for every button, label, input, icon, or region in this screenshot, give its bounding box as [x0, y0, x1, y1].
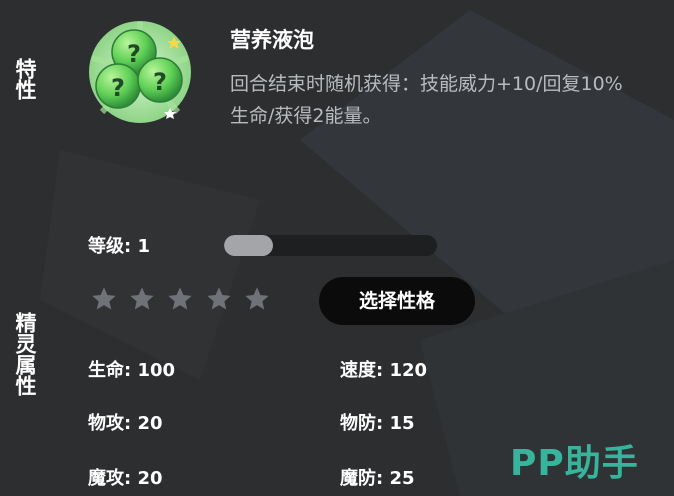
level-label: 等级 [88, 236, 124, 257]
stat-defense: 物防: 15 [340, 413, 415, 434]
stat-attack: 物攻: 20 [88, 413, 163, 434]
stat-defense-label: 物防 [340, 413, 376, 434]
stat-attack-value: 20 [137, 413, 163, 434]
star-icon[interactable] [205, 285, 233, 313]
svg-text:?: ? [111, 74, 125, 102]
level-progress-fill [224, 235, 273, 256]
svg-text:?: ? [153, 68, 167, 96]
stat-hp: 生命: 100 [88, 360, 176, 381]
stat-magic-defense-label: 魔防 [340, 468, 376, 489]
pp-assistant-watermark: PP助手 [510, 443, 639, 484]
stat-magic-attack-label: 魔攻 [88, 468, 124, 489]
stat-hp-value: 100 [137, 360, 176, 381]
star-icon[interactable] [90, 285, 118, 313]
svg-text:?: ? [127, 40, 141, 68]
stat-attack-label: 物攻 [88, 413, 124, 434]
star-icon[interactable] [166, 285, 194, 313]
stat-magic-defense-value: 25 [389, 468, 415, 489]
trait-section-label-text: 特性 [13, 58, 37, 100]
trait-section-label: 特性 [10, 58, 40, 105]
star-icon[interactable] [128, 285, 156, 313]
stat-magic-defense: 魔防: 25 [340, 468, 415, 489]
stat-magic-attack: 魔攻: 20 [88, 468, 163, 489]
trait-description: 回合结束时随机获得：技能威力+10/回复10%生命/获得2能量。 [230, 73, 623, 127]
select-nature-button[interactable]: 选择性格 [319, 277, 475, 325]
level-colon: : [124, 236, 138, 257]
star-icon[interactable] [243, 285, 271, 313]
level-progress-bar[interactable] [224, 235, 437, 256]
level-value: 1 [137, 236, 150, 257]
stat-speed: 速度: 120 [340, 360, 428, 381]
stat-magic-attack-value: 20 [137, 468, 163, 489]
green-bubbles-icon: ? ? ? [88, 20, 192, 124]
stat-defense-value: 15 [389, 413, 415, 434]
stat-hp-label: 生命 [88, 360, 124, 381]
attributes-section-label-text: 精灵属性 [13, 312, 37, 396]
attributes-section-label: 精灵属性 [10, 312, 40, 401]
stat-speed-value: 120 [389, 360, 428, 381]
level-row: 等级: 1 [88, 232, 150, 258]
stat-speed-label: 速度 [340, 360, 376, 381]
trait-name: 营养液泡 [230, 28, 314, 52]
